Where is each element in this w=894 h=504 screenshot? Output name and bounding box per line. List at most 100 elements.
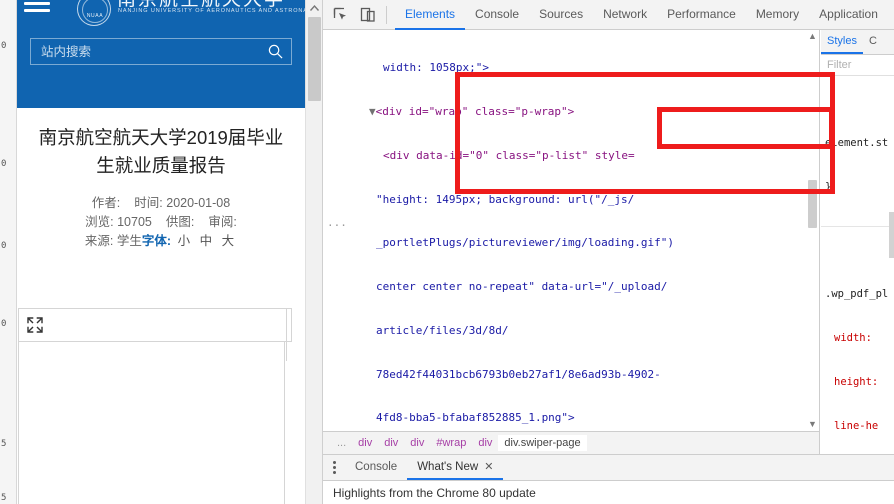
- style-prop[interactable]: line-he: [825, 419, 894, 431]
- picture-viewer-divider: [286, 309, 287, 361]
- ruler-tick: 0: [1, 159, 7, 169]
- tab-application[interactable]: Application: [809, 0, 888, 30]
- fontsize-option-small[interactable]: 小: [175, 234, 194, 248]
- chevron-up-icon[interactable]: ▲: [806, 30, 819, 43]
- breadcrumb-item-wrap[interactable]: #wrap: [430, 435, 472, 451]
- page-scrollbar[interactable]: [305, 0, 322, 504]
- dom-line[interactable]: _portletPlugs/pictureviewer/img/loading.…: [323, 236, 819, 251]
- ruler-tick: 0: [1, 319, 7, 329]
- style-rule[interactable]: element.st }: [821, 105, 894, 227]
- ruler-tick: 0: [1, 241, 7, 251]
- article-meta: 作者: 时间: 2020-01-08 浏览: 10705 供图: 审阅: 来源: 学生…: [17, 180, 305, 251]
- dom-tree-scrollbar[interactable]: ▲ ▼: [806, 30, 819, 431]
- breadcrumb-item-div[interactable]: div: [404, 435, 430, 451]
- fontsize-option-large[interactable]: 大: [219, 234, 238, 248]
- breadcrumb-item-div[interactable]: div: [352, 435, 378, 451]
- inspect-element-icon[interactable]: [332, 6, 350, 24]
- browser-page-viewport: 0 0 0 0 5 5 NUAA 南京航空航天大学 NANJING UNIVER…: [0, 0, 322, 504]
- page-ruler-strip: 0 0 0 0 5 5: [0, 0, 17, 504]
- search-input[interactable]: [39, 39, 254, 64]
- breadcrumb-item-div[interactable]: div: [472, 435, 498, 451]
- dom-tree[interactable]: width: 1058px;"> ▼<div id="wrap" class="…: [323, 30, 819, 431]
- university-logo-icon: NUAA: [77, 0, 111, 26]
- style-rule[interactable]: .wp_pdf_pl width: height: line-he font-s…: [821, 256, 894, 431]
- source-value: 学生: [116, 234, 142, 248]
- site-search-box[interactable]: [30, 38, 292, 65]
- fontsize-option-medium[interactable]: 中: [197, 234, 216, 248]
- expand-fullscreen-icon[interactable]: [26, 316, 44, 334]
- ruler-tick: 0: [1, 41, 7, 51]
- tab-console[interactable]: Console: [465, 0, 529, 30]
- screenshot-root: 0 0 0 0 5 5 NUAA 南京航空航天大学 NANJING UNIVER…: [0, 0, 894, 504]
- dom-line[interactable]: 4fd8-bba5-bfabaf852885_1.png">: [323, 411, 819, 426]
- dom-line[interactable]: width: 1058px;">: [323, 61, 819, 76]
- close-icon[interactable]: ✕: [484, 460, 493, 473]
- dom-line[interactable]: <div data-id="0" class="p-list" style=: [323, 149, 819, 164]
- style-prop[interactable]: width:: [825, 331, 894, 346]
- time-label: 时间:: [134, 196, 163, 210]
- elements-panel: width: 1058px;"> ▼<div id="wrap" class="…: [323, 30, 820, 431]
- dom-line[interactable]: ▼<div id="wrap" class="p-wrap">: [323, 105, 819, 120]
- breadcrumb-ellipsis[interactable]: ...: [331, 435, 352, 451]
- picture-viewer-toolbar: [18, 308, 292, 361]
- tab-computed[interactable]: C: [863, 30, 883, 54]
- dom-line[interactable]: "height: 1495px; background: url("/_js/: [323, 193, 819, 208]
- styles-sidebar: Styles C Filter element.st } .wp_pdf_pl …: [821, 30, 894, 431]
- devtools-panel: Elements Console Sources Network Perform…: [322, 0, 894, 504]
- breadcrumb-item-swiper-page[interactable]: div.swiper-page: [498, 435, 587, 451]
- author-label: 作者:: [91, 196, 121, 210]
- styles-filter-placeholder: Filter: [827, 59, 852, 71]
- styles-tabbar: Styles C: [821, 30, 894, 55]
- hamburger-menu-icon[interactable]: [24, 2, 50, 20]
- style-prop[interactable]: height:: [825, 375, 894, 390]
- devtools-drawer: Console What's New ✕ Highlights from the…: [323, 454, 894, 504]
- ruler-tick: 5: [1, 439, 7, 449]
- meta-line-author-time: 作者: 时间: 2020-01-08: [17, 194, 305, 213]
- devtools-toolbar: Elements Console Sources Network Perform…: [323, 0, 894, 30]
- drawer-content-text: Highlights from the Chrome 80 update: [333, 486, 536, 500]
- site-header: NUAA 南京航空航天大学 NANJING UNIVERSITY OF AERO…: [17, 0, 305, 108]
- breadcrumb: ... div div div #wrap div div.swiper-pag…: [323, 431, 820, 454]
- time-value: 2020-01-08: [166, 196, 231, 210]
- toolbar-divider: [386, 6, 387, 24]
- tab-memory[interactable]: Memory: [746, 0, 809, 30]
- styles-filter-input[interactable]: Filter: [821, 55, 894, 76]
- views-label: 浏览:: [85, 215, 114, 229]
- picture-viewer-canvas[interactable]: [18, 342, 285, 504]
- chevron-down-icon[interactable]: ▼: [806, 418, 819, 431]
- photo-label: 供图:: [165, 215, 195, 229]
- dom-ellipsis-marker[interactable]: ...: [327, 216, 347, 229]
- dom-line[interactable]: center center no-repeat" data-url="/_upl…: [323, 280, 819, 295]
- drawer-tab-whats-new[interactable]: What's New ✕: [407, 455, 504, 480]
- tab-network[interactable]: Network: [593, 0, 657, 30]
- dom-line[interactable]: 78ed42f44031bcb6793b0eb27af1/8e6ad93b-49…: [323, 368, 819, 383]
- dom-scrollbar-thumb[interactable]: [808, 180, 817, 228]
- devtools-tabs: Elements Console Sources Network Perform…: [395, 0, 888, 30]
- dom-line[interactable]: article/files/3d/8d/: [323, 324, 819, 339]
- style-rule-close: }: [825, 181, 832, 194]
- search-icon[interactable]: [268, 44, 283, 59]
- styles-rules-list[interactable]: element.st } .wp_pdf_pl width: height: l…: [821, 76, 894, 431]
- page-scrollbar-thumb[interactable]: [308, 17, 321, 101]
- chevron-up-icon[interactable]: [306, 0, 322, 17]
- tab-performance[interactable]: Performance: [657, 0, 746, 30]
- ruler-tick: 5: [1, 493, 7, 503]
- style-rule-selector[interactable]: element.st: [825, 136, 894, 151]
- site-brand-en: NANJING UNIVERSITY OF AERONAUTICS AND AS…: [118, 8, 305, 14]
- tab-elements[interactable]: Elements: [395, 0, 466, 30]
- tab-sources[interactable]: Sources: [529, 0, 593, 30]
- drawer-tab-label: What's New: [417, 460, 479, 473]
- breadcrumb-item-div[interactable]: div: [378, 435, 404, 451]
- style-rule-selector[interactable]: .wp_pdf_pl: [825, 287, 894, 302]
- article-block: 南京航空航天大学2019届毕业生就业质量报告 作者: 时间: 2020-01-08…: [17, 112, 305, 251]
- logo-seal-label: NUAA: [86, 13, 104, 19]
- meta-line-views: 浏览: 10705 供图: 审阅:: [17, 213, 305, 232]
- drawer-menu-icon[interactable]: [323, 455, 345, 480]
- tab-styles[interactable]: Styles: [821, 30, 863, 54]
- fontsize-label: 字体:: [141, 234, 172, 248]
- drawer-tab-console[interactable]: Console: [345, 455, 407, 480]
- article-title: 南京航空航天大学2019届毕业生就业质量报告: [38, 127, 284, 176]
- styles-scrollbar-thumb[interactable]: [889, 212, 894, 258]
- device-toolbar-icon[interactable]: [359, 6, 377, 24]
- drawer-tabbar: Console What's New ✕: [323, 455, 894, 481]
